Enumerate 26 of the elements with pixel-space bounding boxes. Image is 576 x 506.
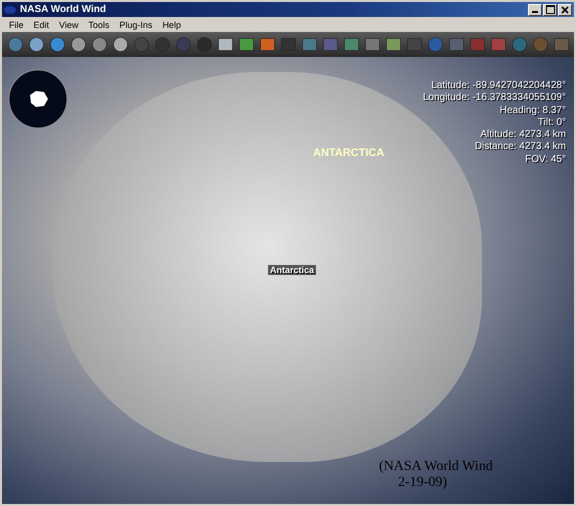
minimize-icon — [532, 11, 538, 13]
menu-item[interactable]: Plug-Ins — [114, 20, 158, 30]
menu-item[interactable]: View — [54, 20, 84, 30]
coordinate-readout: FOV: 45° — [525, 154, 566, 166]
app-icon — [4, 4, 16, 14]
caption-text: 2-19-09) — [398, 475, 447, 491]
close-icon — [561, 6, 569, 14]
menu-item[interactable]: Edit — [28, 20, 54, 30]
close-button[interactable] — [558, 4, 572, 16]
coordinate-readout: Altitude: 4273.4 km — [480, 129, 566, 142]
coordinate-readout: Heading: 8.37° — [500, 104, 566, 117]
maximize-icon — [546, 5, 554, 14]
caption-text: (NASA World Wind — [379, 459, 493, 475]
coordinate-readout: Longitude: -16.3783334055109° — [422, 92, 566, 105]
coordinate-readout: Tilt: 0° — [538, 116, 566, 130]
coordinate-readout: Distance: 4273.4 km — [474, 141, 566, 154]
window-title: NASA World Wind — [20, 4, 106, 15]
place-label: Antarctica — [268, 265, 316, 275]
menu-item[interactable]: Help — [157, 20, 186, 30]
menu-item[interactable]: Tools — [83, 20, 114, 30]
region-label: ANTARCTICA — [313, 147, 384, 159]
menu-item[interactable]: File — [4, 20, 29, 30]
minimize-button[interactable] — [528, 4, 542, 16]
maximize-button[interactable] — [543, 4, 557, 16]
coordinate-readout: Latitude: -89.9427042204428° — [431, 80, 566, 92]
globe-overview-icon[interactable] — [8, 69, 68, 129]
